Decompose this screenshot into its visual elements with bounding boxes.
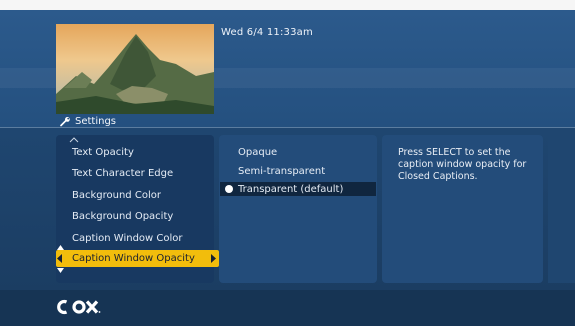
menu-item-background-color[interactable]: Background Color <box>72 190 161 201</box>
option-semi-transparent[interactable]: Semi-transparent <box>238 166 325 177</box>
top-border <box>0 0 575 10</box>
datetime: Wed 6/4 11:33am <box>221 27 313 38</box>
menu-item-caption-window-color[interactable]: Caption Window Color <box>72 233 183 244</box>
help-text: Press SELECT to set the caption window o… <box>398 147 527 182</box>
option-transparent[interactable]: Transparent (default) <box>238 184 343 195</box>
scroll-up-arrow-icon[interactable] <box>57 245 64 250</box>
menu-item-background-opacity[interactable]: Background Opacity <box>72 211 173 222</box>
right-arrow-icon <box>211 254 216 263</box>
radio-selected-icon <box>225 185 233 193</box>
right-edge-panel <box>548 135 575 283</box>
divider <box>0 127 575 128</box>
wrench-icon <box>60 116 71 127</box>
left-arrow-icon <box>57 254 62 263</box>
scroll-down-arrow-icon[interactable] <box>57 268 64 273</box>
mountain-landscape-thumbnail <box>56 24 214 114</box>
tv-screen: Wed 6/4 11:33am Settings Text Opacity Te… <box>0 0 575 326</box>
section-title-label: Settings <box>75 116 117 127</box>
menu-item-text-character-edge[interactable]: Text Character Edge <box>72 168 173 179</box>
option-opaque[interactable]: Opaque <box>238 147 277 158</box>
menu-item-text-opacity[interactable]: Text Opacity <box>72 147 134 158</box>
menu-selected-label: Caption Window Opacity <box>72 253 195 264</box>
scroll-up-icon[interactable] <box>68 136 80 144</box>
cox-logo <box>56 297 116 317</box>
section-title: Settings <box>60 116 116 127</box>
